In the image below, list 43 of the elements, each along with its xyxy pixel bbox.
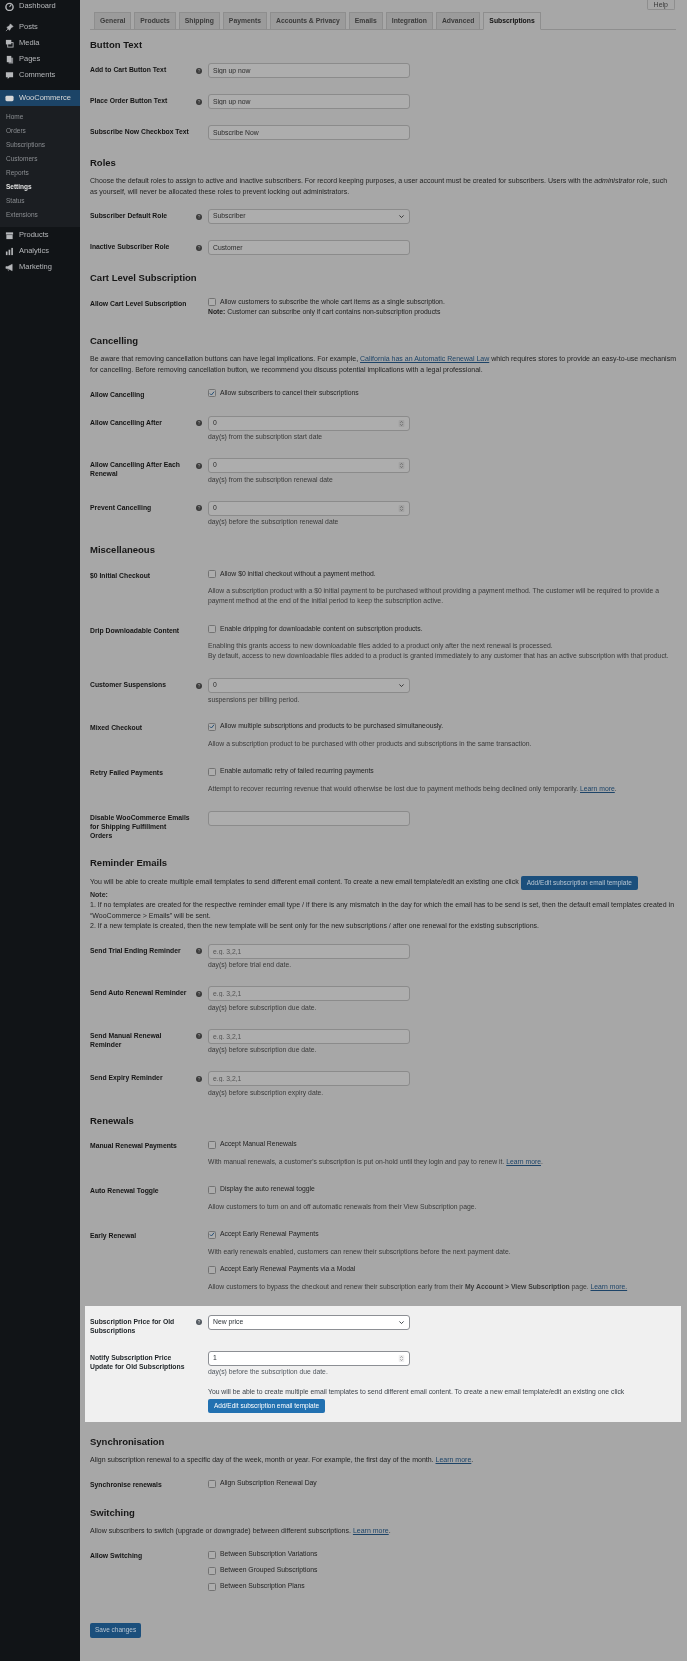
checkbox[interactable] [208,1479,216,1488]
spinner-icon [398,461,405,470]
checkbox[interactable] [208,1582,216,1591]
section-heading: Switching [90,1507,136,1519]
checkbox[interactable] [208,1230,216,1239]
section-heading: Synchronisation [90,1436,166,1448]
checkbox[interactable] [208,1185,216,1194]
section-heading: Cancelling [90,335,140,347]
spinner-icon [398,503,405,513]
archive-icon [5,230,14,240]
pin-icon [5,22,14,32]
chevron-icon [398,1318,405,1326]
speech-bubble-icon [5,70,14,80]
checkmark-icon [209,723,215,730]
media-icon [5,38,14,48]
section-heading: Miscellaneous [90,544,156,556]
checkbox[interactable] [208,1566,216,1575]
chevron-icon [398,213,405,220]
megaphone-icon [5,262,14,272]
checkbox[interactable] [208,1550,216,1559]
checkbox[interactable] [208,1140,216,1149]
checkbox[interactable] [208,767,216,776]
section-heading: Renewals [90,1114,135,1127]
checkbox[interactable] [208,298,216,306]
input-field[interactable] [208,810,410,826]
checkmark-icon [209,1231,215,1238]
checkmark-icon [209,389,215,397]
bar-chart-icon [5,246,14,256]
pages-icon [5,54,14,64]
checkbox[interactable] [208,722,216,731]
store-icon [5,93,14,103]
section-heading: Button Text [90,39,144,51]
checkbox[interactable] [208,1265,216,1274]
section-heading: Roles [90,157,117,169]
checkbox[interactable] [208,570,216,578]
checkbox[interactable] [208,389,216,397]
section-heading: Reminder Emails [90,856,169,869]
section-heading: Cart Level Subscription [90,272,198,284]
spinner-icon [398,1353,405,1363]
spinner-icon [398,418,405,428]
checkbox[interactable] [208,625,216,633]
dashboard-icon [5,1,14,11]
chevron-icon [398,682,405,689]
